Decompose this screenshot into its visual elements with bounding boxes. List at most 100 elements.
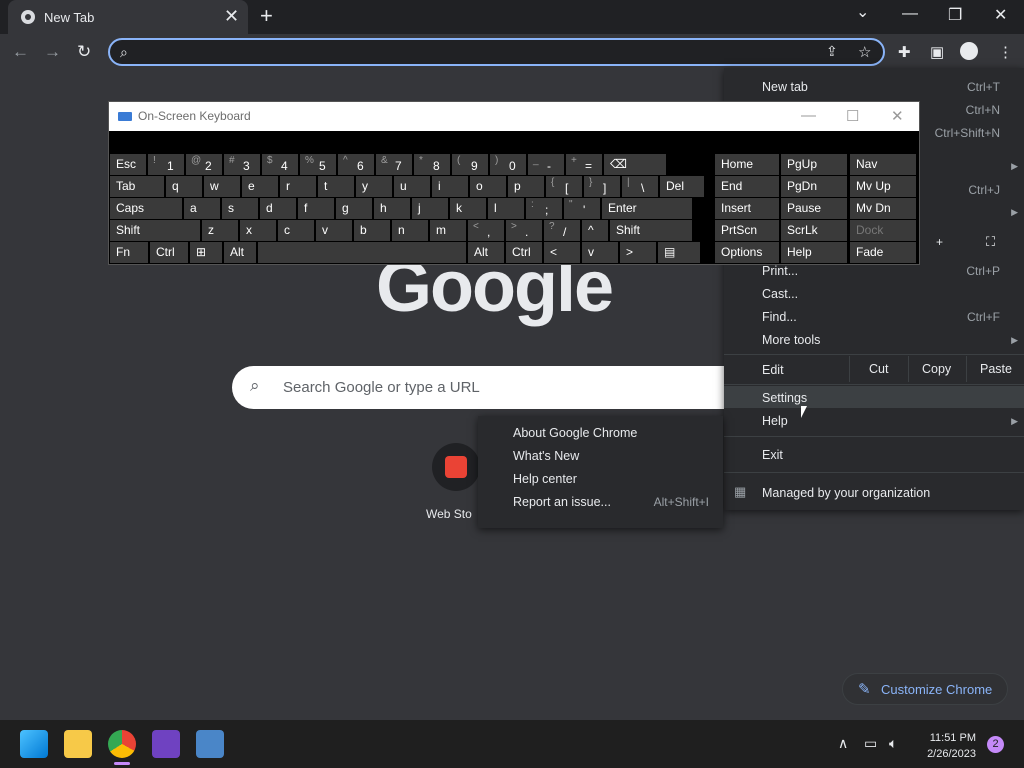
extensions-icon[interactable]: ✚ bbox=[898, 43, 911, 61]
menu-kebab-icon[interactable]: ⋮ bbox=[998, 43, 1013, 61]
restore-button[interactable]: ❐ bbox=[948, 5, 962, 25]
osk-key[interactable]: y bbox=[356, 176, 392, 197]
osk-nav-key[interactable]: Help bbox=[781, 242, 847, 263]
address-bar[interactable]: ⌕ ⇪ ☆ bbox=[108, 38, 885, 66]
osk-nav-key[interactable]: Options bbox=[715, 242, 779, 263]
osk-key[interactable]: x bbox=[240, 220, 276, 241]
osk-key[interactable]: c bbox=[278, 220, 314, 241]
osk-nav-key[interactable]: PgUp bbox=[781, 154, 847, 175]
menu-item-exit[interactable]: Exit bbox=[762, 448, 783, 462]
osk-key[interactable]: b bbox=[354, 220, 390, 241]
osk-key[interactable]: z bbox=[202, 220, 238, 241]
network-icon[interactable]: ▭ bbox=[864, 735, 877, 752]
osk-key[interactable]: l bbox=[488, 198, 524, 219]
visual-studio-icon[interactable] bbox=[152, 730, 180, 758]
osk-key[interactable]: #3 bbox=[224, 154, 260, 175]
osk-maximize-button[interactable]: ☐ bbox=[846, 107, 859, 125]
osk-key[interactable]: t bbox=[318, 176, 354, 197]
osk-key[interactable]: % 5 bbox=[300, 154, 336, 175]
osk-minimize-button[interactable]: — bbox=[801, 107, 816, 124]
new-tab-button[interactable]: + bbox=[260, 3, 273, 29]
fullscreen-icon[interactable]: ⛶ bbox=[986, 234, 995, 250]
osk-key[interactable]: m bbox=[430, 220, 466, 241]
osk-key[interactable]: < bbox=[544, 242, 580, 263]
tab-close-icon[interactable]: ✕ bbox=[224, 6, 239, 27]
customize-chrome-button[interactable]: ✎ Customize Chrome bbox=[842, 673, 1008, 705]
cut-button[interactable]: Cut bbox=[869, 362, 888, 376]
osk-key[interactable]: p bbox=[508, 176, 544, 197]
osk-key[interactable]: Del bbox=[660, 176, 704, 197]
back-button[interactable]: ← bbox=[12, 42, 29, 62]
osk-key[interactable]: :; bbox=[526, 198, 562, 219]
osk-key[interactable]: w bbox=[204, 176, 240, 197]
osk-key[interactable]: {[ bbox=[546, 176, 582, 197]
osk-key[interactable]: }] bbox=[584, 176, 620, 197]
osk-key[interactable]: Shift bbox=[610, 220, 692, 241]
osk-key[interactable]: r bbox=[280, 176, 316, 197]
osk-key[interactable]: Tab bbox=[110, 176, 164, 197]
chrome-taskbar-icon[interactable] bbox=[108, 730, 136, 758]
search-box[interactable]: ⌕ Search Google or type a URL bbox=[232, 366, 792, 409]
osk-key[interactable]: Esc bbox=[110, 154, 146, 175]
osk-key[interactable]: >. bbox=[506, 220, 542, 241]
osk-nav-key[interactable]: Mv Up bbox=[850, 176, 916, 197]
osk-key[interactable]: @2 bbox=[186, 154, 222, 175]
osk-key[interactable]: Fn bbox=[110, 242, 148, 263]
osk-key[interactable]: " ' bbox=[564, 198, 600, 219]
osk-key[interactable]: q bbox=[166, 176, 202, 197]
remote-desktop-icon[interactable] bbox=[196, 730, 224, 758]
osk-nav-key[interactable]: Mv Dn bbox=[850, 198, 916, 219]
osk-nav-key[interactable]: End bbox=[715, 176, 779, 197]
menu-item-settings[interactable]: Settings bbox=[762, 391, 807, 405]
menu-item-cast[interactable]: Cast... bbox=[762, 287, 798, 301]
osk-key[interactable]: h bbox=[374, 198, 410, 219]
osk-key[interactable]: a bbox=[184, 198, 220, 219]
osk-nav-key[interactable]: Pause bbox=[781, 198, 847, 219]
osk-key[interactable]: k bbox=[450, 198, 486, 219]
notification-badge[interactable]: 2 bbox=[987, 736, 1004, 753]
osk-key[interactable]: e bbox=[242, 176, 278, 197]
submenu-about-chrome[interactable]: About Google Chrome bbox=[513, 426, 637, 440]
osk-key[interactable]: u bbox=[394, 176, 430, 197]
osk-key[interactable]: Ctrl bbox=[506, 242, 542, 263]
volume-icon[interactable]: 🔈︎ bbox=[889, 735, 897, 752]
osk-nav-key[interactable]: ScrLk bbox=[781, 220, 847, 241]
osk-close-button[interactable]: ✕ bbox=[891, 107, 904, 125]
submenu-whats-new[interactable]: What's New bbox=[513, 449, 579, 463]
osk-key[interactable]: ? / bbox=[544, 220, 580, 241]
osk-key[interactable]: ⌫ bbox=[604, 154, 666, 175]
forward-button[interactable]: → bbox=[44, 42, 61, 62]
copy-button[interactable]: Copy bbox=[922, 362, 951, 376]
windows-start-icon[interactable] bbox=[20, 730, 48, 758]
osk-key[interactable]: g bbox=[336, 198, 372, 219]
osk-key[interactable]: i bbox=[432, 176, 468, 197]
osk-key[interactable]: $4 bbox=[262, 154, 298, 175]
osk-key[interactable] bbox=[258, 242, 466, 263]
osk-key[interactable]: Alt bbox=[224, 242, 256, 263]
close-window-button[interactable]: ✕ bbox=[994, 5, 1007, 25]
osk-key[interactable]: _ - bbox=[528, 154, 564, 175]
tab-search-icon[interactable]: ⌄ bbox=[856, 2, 869, 22]
osk-nav-key[interactable]: PrtScn bbox=[715, 220, 779, 241]
osk-key[interactable]: | \ bbox=[622, 176, 658, 197]
menu-item-help[interactable]: Help bbox=[762, 414, 788, 428]
osk-key[interactable]: ⊞ bbox=[190, 242, 222, 263]
paste-button[interactable]: Paste bbox=[980, 362, 1012, 376]
osk-key[interactable]: ^ bbox=[582, 220, 608, 241]
bookmark-star-icon[interactable]: ☆ bbox=[858, 43, 871, 61]
osk-key[interactable]: Ctrl bbox=[150, 242, 188, 263]
osk-key[interactable]: ) 0 bbox=[490, 154, 526, 175]
side-panel-icon[interactable]: ▣ bbox=[930, 43, 944, 61]
osk-key[interactable]: Alt bbox=[468, 242, 504, 263]
menu-item-find[interactable]: Find... bbox=[762, 310, 797, 324]
osk-key[interactable]: n bbox=[392, 220, 428, 241]
osk-key[interactable]: Shift bbox=[110, 220, 200, 241]
osk-key[interactable]: s bbox=[222, 198, 258, 219]
osk-key[interactable]: Enter bbox=[602, 198, 692, 219]
osk-key[interactable]: d bbox=[260, 198, 296, 219]
chevron-up-icon[interactable]: ∧ bbox=[838, 735, 848, 752]
osk-key[interactable]: > bbox=[620, 242, 656, 263]
shortcut-web-store[interactable] bbox=[432, 443, 480, 491]
menu-item-new-tab[interactable]: New tab bbox=[762, 80, 808, 94]
osk-key[interactable]: (9 bbox=[452, 154, 488, 175]
